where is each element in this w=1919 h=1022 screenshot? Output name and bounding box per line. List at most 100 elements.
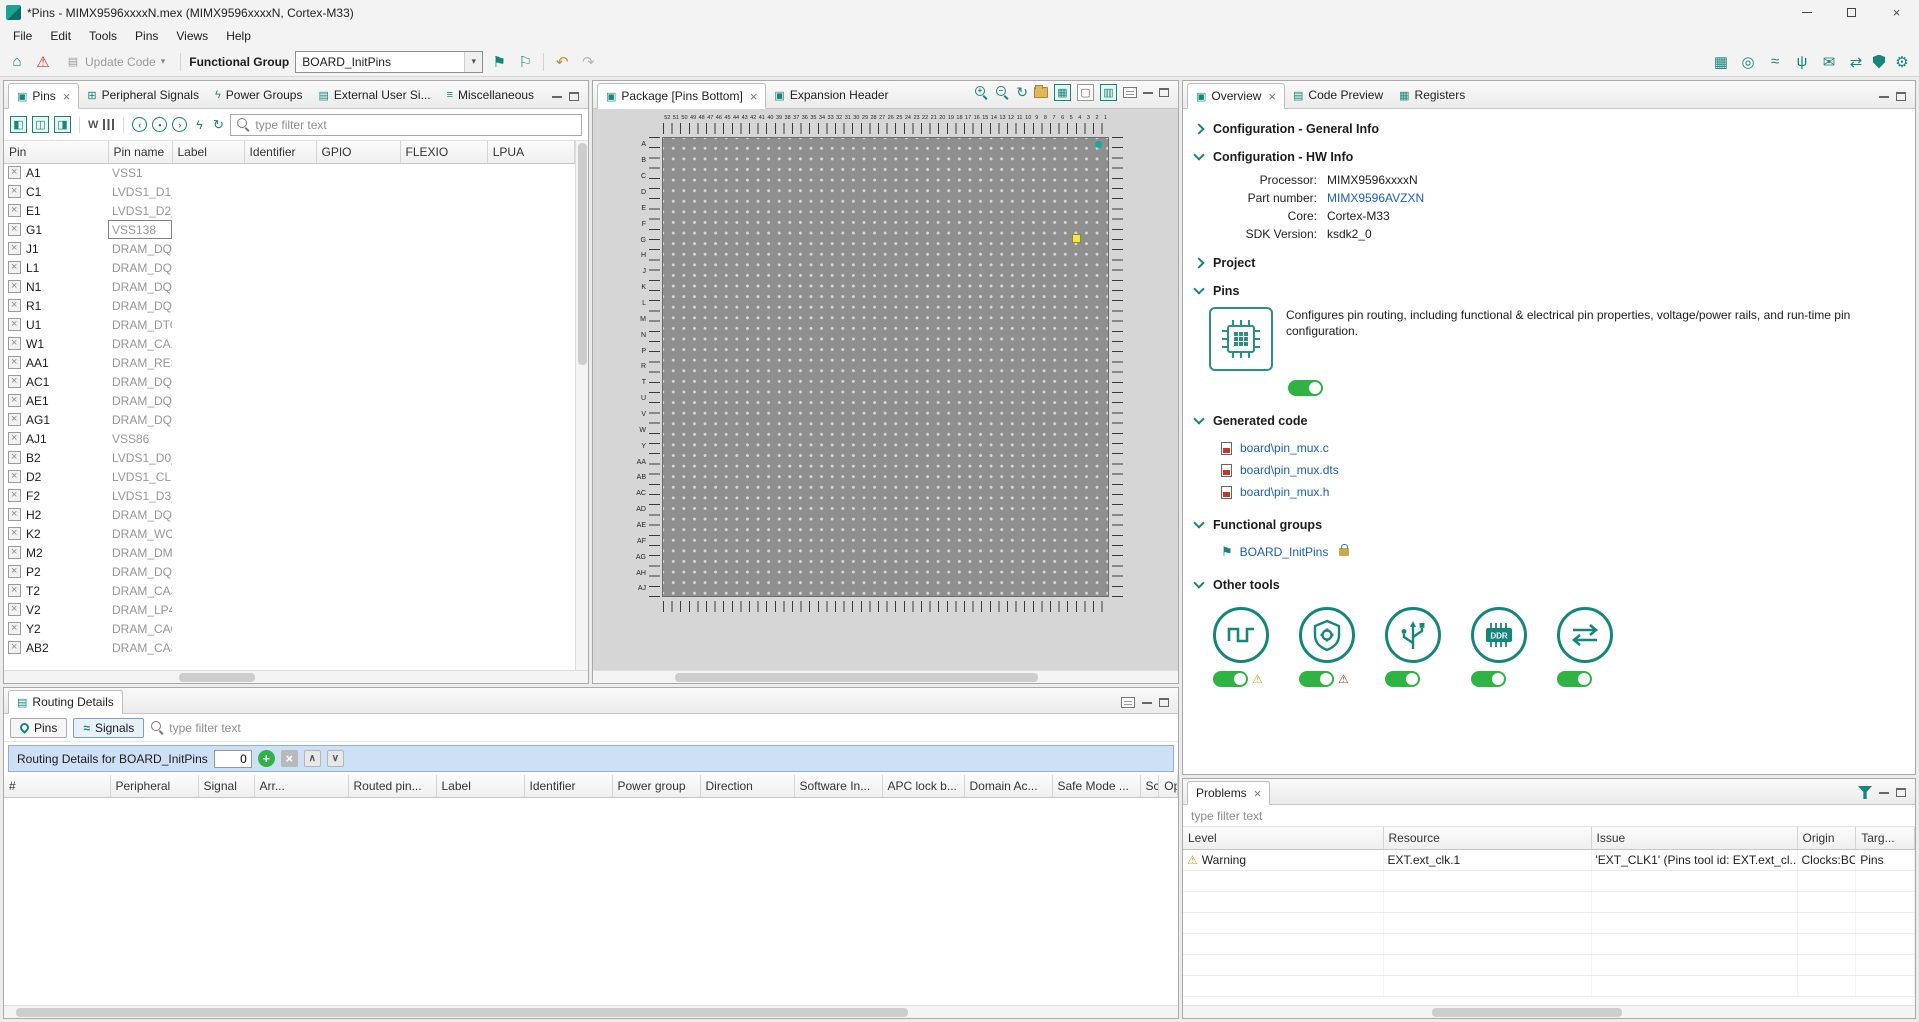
rotate-package-icon[interactable]: ↻: [1016, 84, 1028, 101]
maximize-panel-icon[interactable]: [569, 92, 579, 101]
problem-row[interactable]: ⚠Warning EXT.ext_clk.1 'EXT_CLK1' (Pins …: [1183, 849, 1915, 870]
horizontal-scrollbar[interactable]: [593, 670, 1178, 683]
power-flash-icon[interactable]: ϟ: [192, 115, 206, 135]
column-header[interactable]: FLEXIO: [400, 141, 487, 163]
hw-field-value[interactable]: MIMX9596AVZXN: [1327, 191, 1905, 205]
column-header[interactable]: Identifier: [244, 141, 316, 163]
column-header[interactable]: Routed pin...: [348, 775, 436, 797]
show-both-columns-icon[interactable]: ◫: [32, 116, 49, 133]
column-header[interactable]: Resource: [1383, 827, 1591, 849]
menu-item[interactable]: Pins: [126, 26, 167, 46]
pin-checkbox-icon[interactable]: [8, 451, 21, 464]
show-right-column-icon[interactable]: ◨: [54, 116, 71, 133]
maximize-panel-icon[interactable]: [1159, 88, 1169, 97]
menu-item[interactable]: Help: [217, 26, 260, 46]
maximize-panel-icon[interactable]: [1159, 698, 1169, 707]
usb-icon[interactable]: ψ: [1792, 52, 1812, 72]
pin-checkbox-icon[interactable]: [8, 470, 21, 483]
column-header[interactable]: Peripheral: [110, 775, 198, 797]
flag-icon[interactable]: ⚑: [489, 52, 509, 72]
pin-row[interactable]: D2 LVDS1_CLK_P: [4, 467, 575, 486]
close-tab-icon[interactable]: ×: [750, 89, 758, 104]
panel-tab[interactable]: ▤ External User Si... ×: [310, 82, 438, 108]
close-window-button[interactable]: ×: [1874, 0, 1919, 25]
trust-tool-toggle[interactable]: [1299, 671, 1334, 687]
pin-row[interactable]: U1 DRAM_DTO: [4, 315, 575, 334]
home-icon[interactable]: ⌂: [7, 52, 27, 72]
pin-row[interactable]: AC1 DRAM_DQ06_A: [4, 372, 575, 391]
pin-row[interactable]: H2 DRAM_DQS0_T_B: [4, 505, 575, 524]
column-header[interactable]: Identifier: [524, 775, 612, 797]
panel-tab[interactable]: ▣ Pins ×: [8, 83, 79, 109]
signals-view-icon[interactable]: ≈: [1765, 52, 1785, 72]
open-folder-icon[interactable]: [1034, 87, 1048, 98]
peripherals-tool-toggle[interactable]: [1385, 671, 1420, 687]
hw-field-value[interactable]: MIMX9596xxxxN: [1327, 173, 1905, 187]
move-up-icon[interactable]: ∧: [304, 750, 321, 767]
column-header[interactable]: Open Drai...: [1159, 775, 1178, 797]
pin-checkbox-icon[interactable]: [8, 584, 21, 597]
package-view[interactable]: 5251504948474645444342414039383736353433…: [593, 109, 1178, 670]
minimize-panel-icon[interactable]: [1879, 791, 1889, 794]
panel-tab[interactable]: ≡ Miscellaneous ×: [439, 82, 542, 108]
menu-item[interactable]: Views: [167, 26, 217, 46]
column-header[interactable]: Targ...: [1856, 827, 1915, 849]
comment-icon[interactable]: [1121, 697, 1135, 708]
pin-checkbox-icon[interactable]: [8, 166, 21, 179]
menu-item[interactable]: Tools: [80, 26, 126, 46]
selected-pin-highlight[interactable]: [1072, 234, 1081, 243]
route-none-icon[interactable]: •: [152, 117, 167, 132]
section-hw-info[interactable]: Configuration - HW Info: [1193, 143, 1905, 171]
pin-row[interactable]: G1 VSS138: [4, 220, 575, 239]
section-other-tools[interactable]: Other tools: [1193, 571, 1905, 599]
feedback-mail-icon[interactable]: ✉: [1819, 52, 1839, 72]
routing-filter-input[interactable]: [169, 721, 480, 735]
problems-filter-input[interactable]: [1191, 809, 1907, 823]
pin-row[interactable]: N1 DRAM_DQ15_B: [4, 277, 575, 296]
columns-view-icon[interactable]: [103, 119, 115, 130]
pin-row[interactable]: A1 VSS1: [4, 163, 575, 182]
comment-icon[interactable]: [1123, 87, 1137, 98]
settings-gear-icon[interactable]: ⚙: [1892, 52, 1912, 72]
maximize-panel-icon[interactable]: [1896, 92, 1906, 101]
section-general-info[interactable]: Configuration - General Info: [1193, 115, 1905, 143]
generated-file-link[interactable]: board\pin_mux.c: [1240, 441, 1329, 455]
pin-row[interactable]: AA1 DRAM_RESET_N: [4, 353, 575, 372]
move-down-icon[interactable]: ∨: [327, 750, 344, 767]
panel-tab[interactable]: ▦ Registers ×: [1391, 82, 1473, 108]
pin-row[interactable]: L1 DRAM_DQ13_B: [4, 258, 575, 277]
column-header[interactable]: GPIO: [316, 141, 400, 163]
device-configuration-tool-icon[interactable]: [1557, 607, 1613, 663]
pin-row[interactable]: AJ1 VSS86: [4, 429, 575, 448]
add-routing-icon[interactable]: +: [258, 750, 275, 767]
horizontal-scrollbar[interactable]: [4, 1005, 1178, 1018]
functional-group-properties-icon[interactable]: ⚐: [515, 52, 535, 72]
package-view-icon[interactable]: ▦: [1711, 52, 1731, 72]
route-left-icon[interactable]: ‹: [132, 117, 147, 132]
column-header[interactable]: Label: [436, 775, 524, 797]
pin-checkbox-icon[interactable]: [8, 223, 21, 236]
pins-mode-button[interactable]: Pins: [10, 718, 67, 738]
close-tab-icon[interactable]: ×: [1268, 89, 1276, 104]
peripherals-tool-icon[interactable]: [1385, 607, 1441, 663]
trust-tool-icon[interactable]: [1299, 607, 1355, 663]
horizontal-scrollbar[interactable]: [1183, 1005, 1915, 1018]
panel-tab[interactable]: ▤ Code Preview ×: [1285, 82, 1391, 108]
pin-row[interactable]: T2 DRAM_CA3_B: [4, 581, 575, 600]
close-tab-icon[interactable]: ×: [63, 89, 71, 104]
show-pin-labels-icon[interactable]: ▦: [1054, 84, 1071, 101]
pin-row[interactable]: F2 LVDS1_D3_P: [4, 486, 575, 505]
pin-checkbox-icon[interactable]: [8, 394, 21, 407]
column-header[interactable]: Signal: [198, 775, 254, 797]
show-grid-icon[interactable]: ▢: [1077, 84, 1094, 101]
pin-checkbox-icon[interactable]: [8, 489, 21, 502]
pin-row[interactable]: W1 DRAM_CA1_A: [4, 334, 575, 353]
sync-icon[interactable]: ⇄: [1846, 52, 1866, 72]
vertical-scrollbar[interactable]: [575, 141, 588, 670]
panel-tab[interactable]: ▣ Overview ×: [1187, 83, 1285, 109]
ddr-tool-icon[interactable]: DDR: [1471, 607, 1527, 663]
clocks-tool-toggle[interactable]: [1213, 671, 1248, 687]
ddr-tool-toggle[interactable]: [1471, 671, 1506, 687]
pin-checkbox-icon[interactable]: [8, 242, 21, 255]
column-header[interactable]: Arr...: [254, 775, 348, 797]
